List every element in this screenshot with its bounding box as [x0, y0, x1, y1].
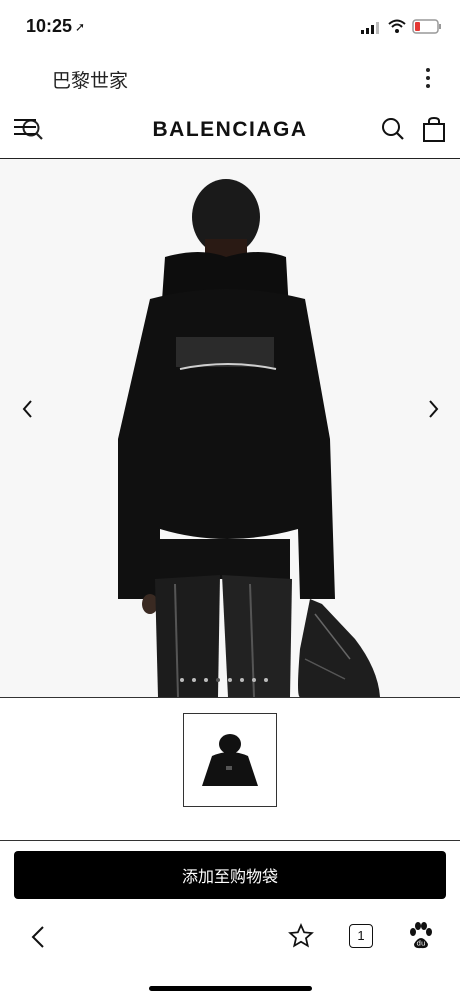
product-image [0, 159, 460, 697]
next-image-icon[interactable] [423, 397, 443, 421]
product-thumbnail[interactable] [183, 713, 277, 807]
product-image-gallery[interactable] [0, 159, 460, 698]
add-to-bag-button[interactable]: 添加至购物袋 [14, 851, 446, 899]
tabs-count-button[interactable]: 1 [349, 924, 373, 948]
gallery-pagination-dots [180, 678, 268, 682]
status-time: 10:25 [26, 16, 73, 36]
more-options-icon[interactable] [418, 66, 438, 92]
star-bookmark-icon[interactable] [288, 923, 314, 949]
pagination-dot[interactable] [180, 678, 184, 682]
previous-image-icon[interactable] [18, 397, 38, 421]
baidu-paw-icon[interactable]: du [408, 922, 434, 950]
pagination-dot[interactable] [264, 678, 268, 682]
wifi-icon [388, 19, 406, 33]
pagination-dot[interactable] [204, 678, 208, 682]
status-bar: 10:25 ➚ [0, 0, 460, 52]
divider [0, 840, 460, 841]
back-icon[interactable] [28, 924, 48, 950]
browser-toolbar: 1 du [0, 910, 460, 970]
pagination-dot[interactable] [228, 678, 232, 682]
cellular-signal-icon [361, 22, 379, 34]
pagination-dot[interactable] [240, 678, 244, 682]
home-indicator [149, 986, 312, 991]
thumbnail-image [202, 734, 258, 786]
pagination-dot[interactable] [216, 678, 220, 682]
site-search-icon[interactable] [381, 117, 405, 141]
location-arrow-icon: ➚ [75, 20, 86, 34]
svg-text:du: du [417, 940, 426, 948]
battery-low-icon [412, 19, 441, 34]
search-query-text[interactable]: 巴黎世家 [52, 66, 128, 93]
pagination-dot[interactable] [192, 678, 196, 682]
shopping-bag-icon[interactable] [422, 117, 446, 143]
pagination-dot[interactable] [252, 678, 256, 682]
